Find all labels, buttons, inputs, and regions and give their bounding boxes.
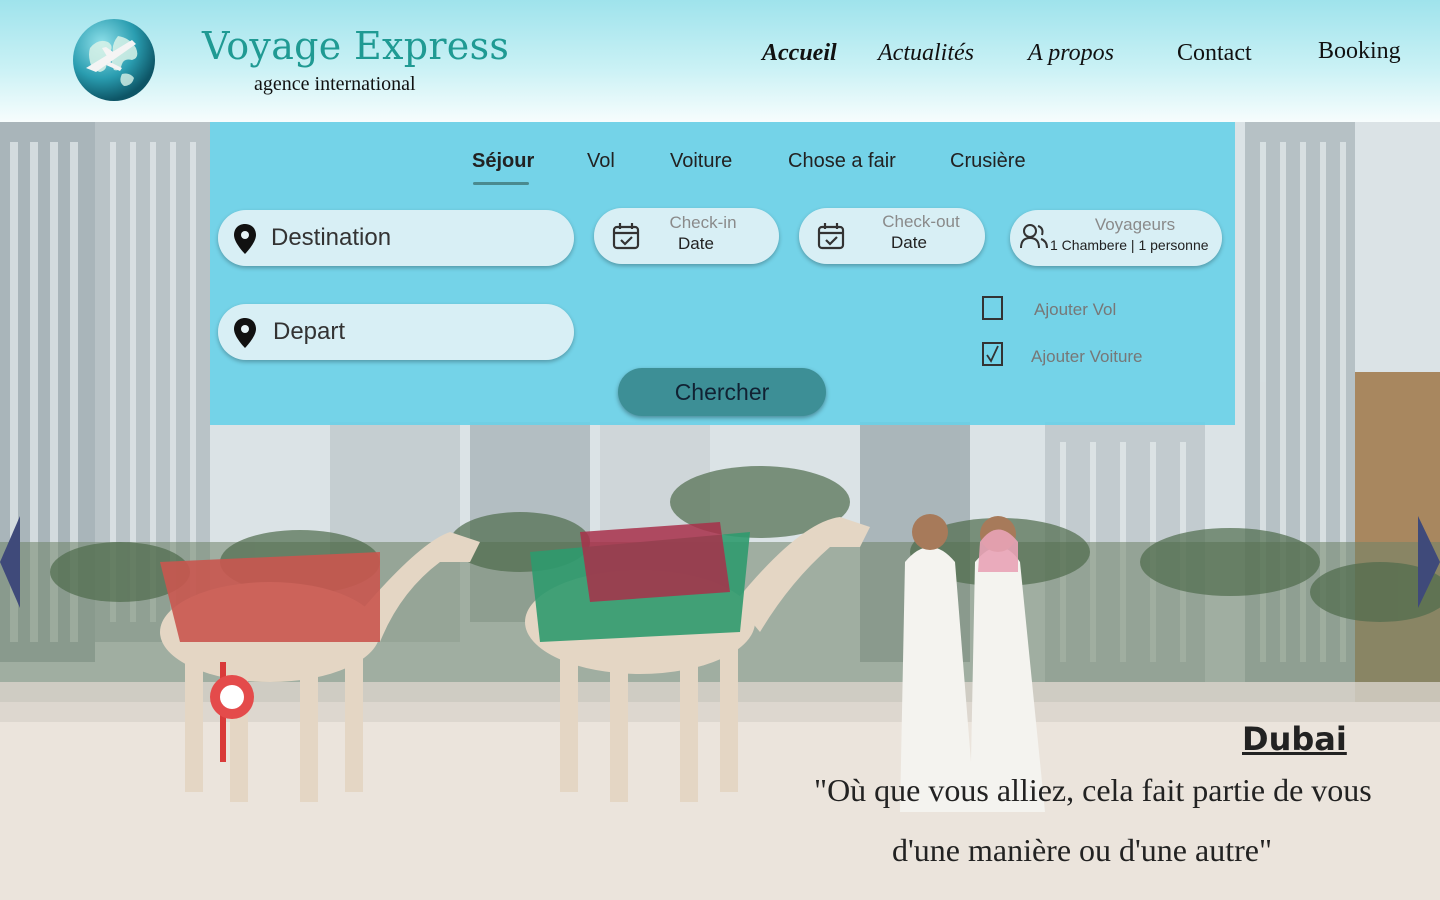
search-panel: Séjour Vol Voiture Chose a fair Crusière…	[210, 122, 1235, 425]
add-car-checkbox[interactable]	[982, 342, 1003, 366]
users-icon	[1020, 224, 1048, 249]
brand-title[interactable]: Voyage Express	[202, 24, 509, 68]
tab-crusiere[interactable]: Crusière	[950, 150, 1026, 173]
checkin-label: Check-in	[669, 213, 737, 232]
travelers-selector[interactable]: Voyageurs 1 Chambere | 1 personne	[1010, 210, 1222, 266]
checkin-value: Date	[678, 234, 714, 253]
nav-actualites[interactable]: Actualités	[878, 40, 974, 67]
nav-booking[interactable]: Booking	[1318, 38, 1401, 65]
chevron-left-icon	[0, 516, 20, 608]
nav-a-propos[interactable]: A propos	[1028, 40, 1114, 67]
depart-input[interactable]: Depart	[218, 304, 574, 360]
active-tab-indicator	[473, 182, 529, 185]
globe-logo-icon[interactable]	[72, 18, 156, 102]
next-slide-arrow[interactable]	[1418, 516, 1440, 613]
checkin-date-picker[interactable]: Check-in Date	[594, 208, 779, 264]
tab-chose-a-fair[interactable]: Chose a fair	[788, 150, 896, 173]
travelers-label: Voyageurs	[1094, 215, 1176, 234]
add-flight-label: Ajouter Vol	[1034, 300, 1117, 319]
tab-vol[interactable]: Vol	[587, 150, 615, 173]
travelers-value: 1 Chambere | 1 personne	[1050, 237, 1209, 253]
site-header: Voyage Express agence international Accu…	[0, 0, 1440, 122]
search-button[interactable]: Chercher	[618, 368, 826, 416]
depart-placeholder: Depart	[273, 318, 346, 345]
brand-subtitle: agence international	[254, 73, 416, 95]
destination-placeholder: Destination	[271, 224, 392, 251]
checkout-value: Date	[891, 233, 927, 252]
tab-voiture[interactable]: Voiture	[670, 150, 732, 173]
chevron-right-icon	[1418, 516, 1440, 608]
nav-accueil[interactable]: Accueil	[762, 40, 837, 67]
checkout-label: Check-out	[882, 212, 960, 231]
add-car-label: Ajouter Voiture	[1031, 347, 1143, 366]
checkout-date-picker[interactable]: Check-out Date	[799, 208, 985, 264]
tab-sejour[interactable]: Séjour	[472, 150, 534, 173]
quote-line-2: d'une manière ou d'une autre"	[892, 832, 1272, 868]
add-flight-checkbox[interactable]	[982, 296, 1003, 320]
prev-slide-arrow[interactable]	[0, 516, 20, 613]
nav-contact[interactable]: Contact	[1177, 40, 1252, 67]
destination-city-title: Dubai	[1242, 720, 1347, 758]
checkmark-icon	[986, 345, 999, 363]
map-pin-icon	[234, 318, 256, 348]
map-pin-icon	[234, 224, 256, 254]
quote-line-1: "Où que vous alliez, cela fait partie de…	[814, 772, 1372, 808]
destination-input[interactable]: Destination	[218, 210, 574, 266]
